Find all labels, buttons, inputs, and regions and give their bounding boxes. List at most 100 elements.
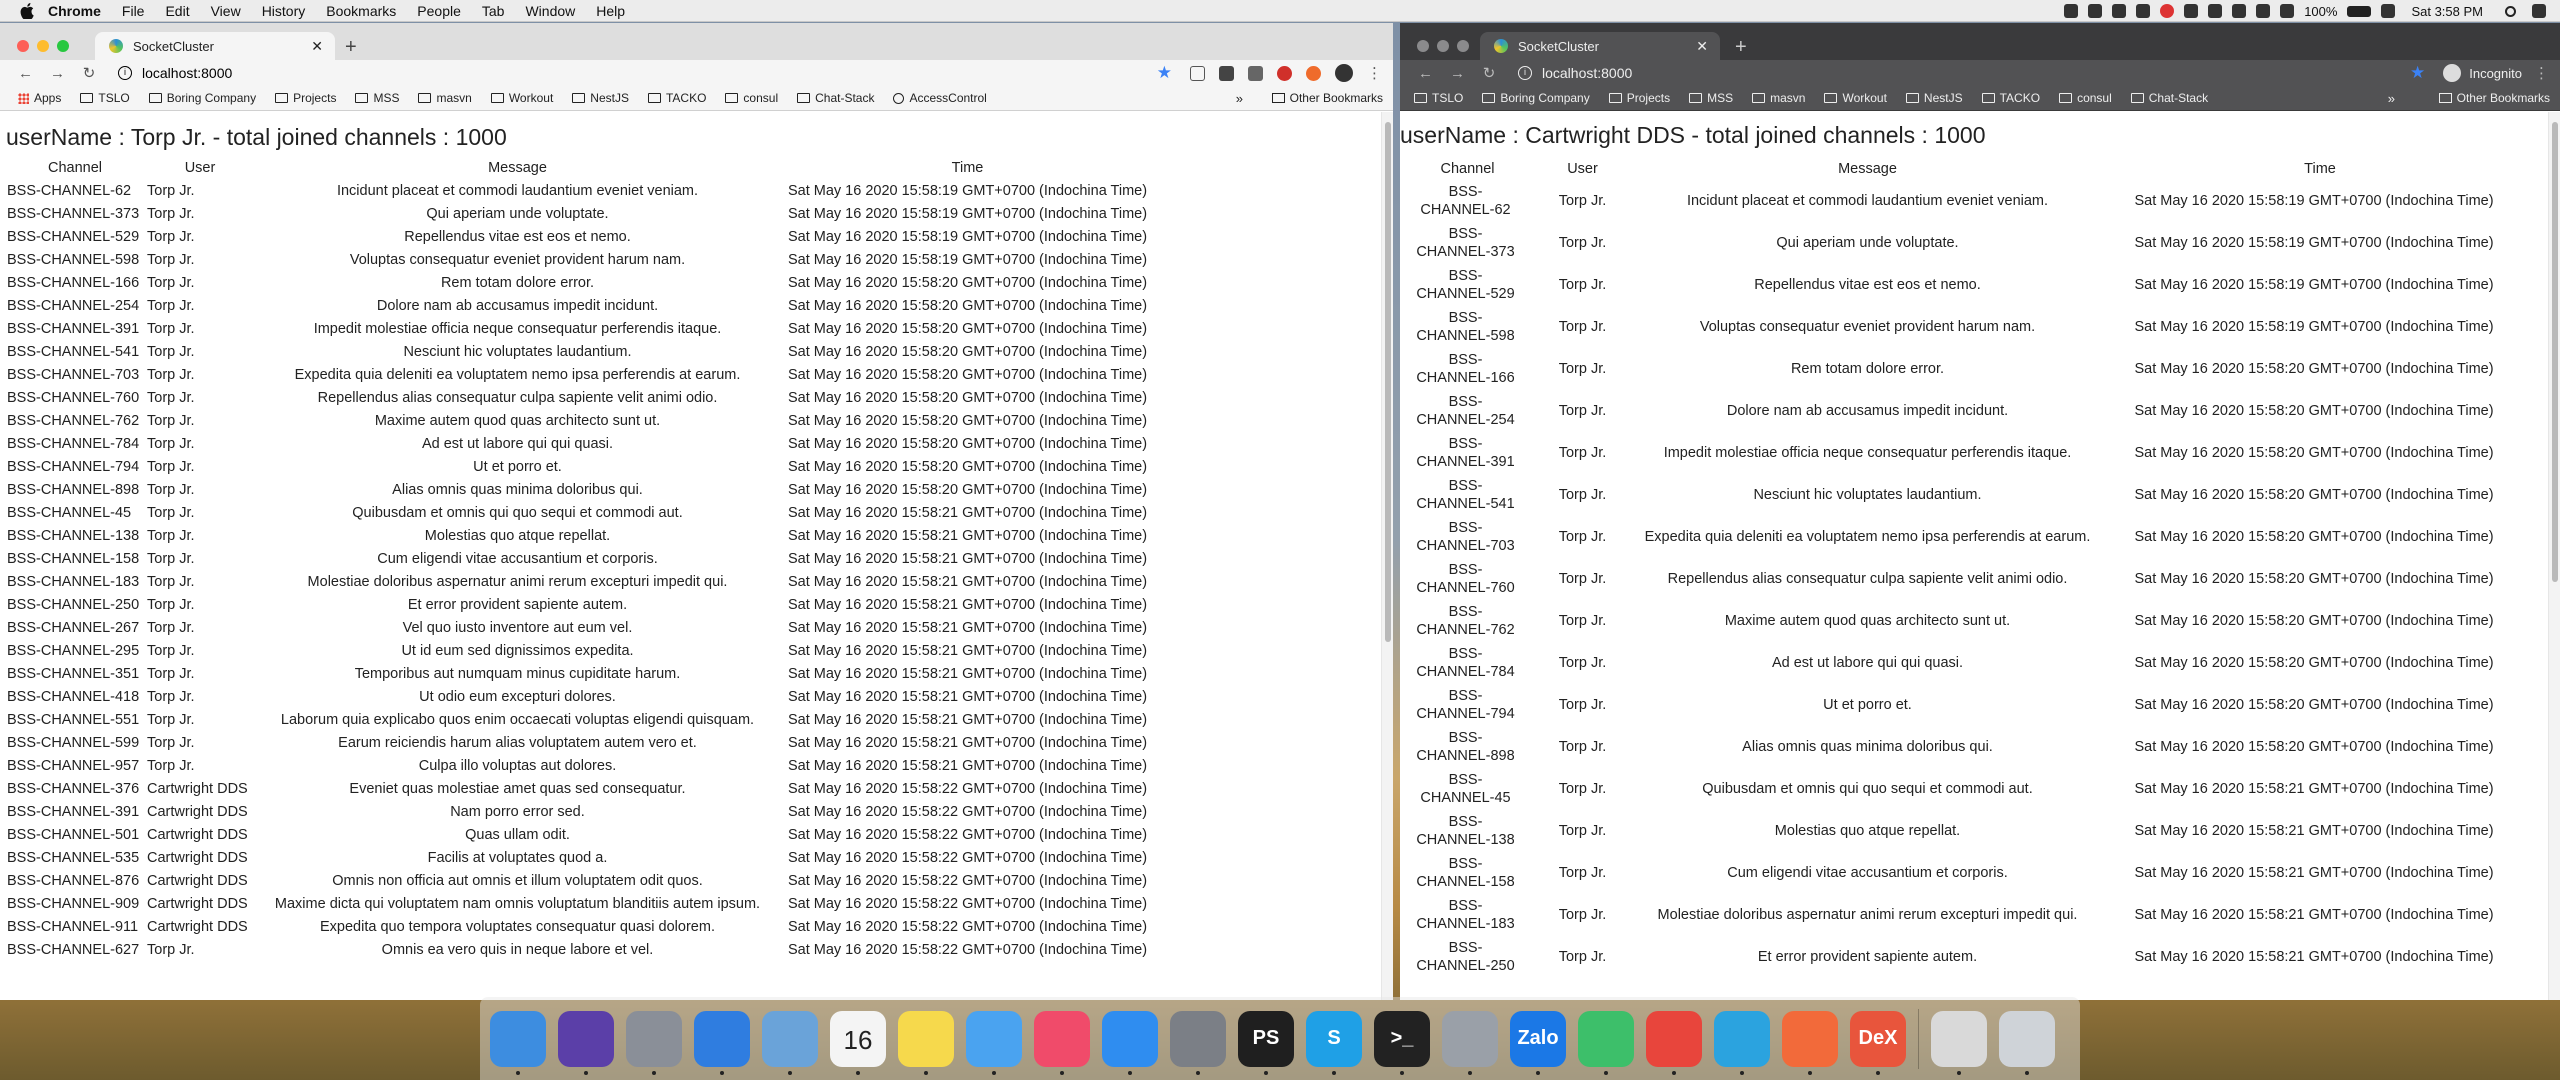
menu-people[interactable]: People xyxy=(417,3,461,19)
other-bookmarks[interactable]: Other Bookmarks xyxy=(2438,91,2550,105)
bookmark-tslo[interactable]: TSLO xyxy=(1414,91,1463,105)
url-text[interactable]: localhost:8000 xyxy=(1542,65,1632,81)
menu-history[interactable]: History xyxy=(262,3,306,19)
minimize-window-button[interactable] xyxy=(37,40,49,52)
music-icon[interactable] xyxy=(1034,1010,1090,1075)
terminal-icon[interactable]: >_ xyxy=(1374,1010,1430,1075)
menubar-clock[interactable]: Sat 3:58 PM xyxy=(2411,4,2483,19)
info-icon[interactable]: i xyxy=(118,66,132,80)
minimize-window-button[interactable] xyxy=(1437,40,1449,52)
scrollbar-thumb[interactable] xyxy=(2552,122,2558,582)
menu-view[interactable]: View xyxy=(211,3,241,19)
bookmarks-overflow-button[interactable]: » xyxy=(1236,91,1243,106)
close-tab-icon[interactable]: ✕ xyxy=(1696,38,1708,55)
phpstorm-icon[interactable]: PS xyxy=(1238,1010,1294,1075)
menu-window[interactable]: Window xyxy=(525,3,575,19)
chrome-icon[interactable] xyxy=(1646,1010,1702,1075)
extension-icon[interactable] xyxy=(1219,65,1234,81)
bookmark-mss[interactable]: MSS xyxy=(1689,91,1733,105)
menu-help[interactable]: Help xyxy=(596,3,625,19)
siri-icon[interactable] xyxy=(558,1010,614,1075)
profile-avatar-icon[interactable] xyxy=(1335,64,1353,82)
close-window-button[interactable] xyxy=(1417,40,1429,52)
reload-button[interactable]: ↻ xyxy=(82,64,96,82)
close-tab-icon[interactable]: ✕ xyxy=(311,38,323,55)
bookmark-tacko[interactable]: TACKO xyxy=(647,91,706,105)
menu-chrome[interactable]: Chrome xyxy=(48,3,101,19)
forward-button[interactable]: → xyxy=(50,65,65,82)
display-icon[interactable] xyxy=(2136,4,2151,18)
zalo-icon[interactable]: Zalo xyxy=(1510,1010,1566,1075)
bookmark-nestjs[interactable]: NestJS xyxy=(1905,91,1963,105)
url-text[interactable]: localhost:8000 xyxy=(142,65,232,81)
tab-socketcluster[interactable]: SocketCluster ✕ xyxy=(95,32,335,60)
bookmark-mss[interactable]: MSS xyxy=(355,91,399,105)
zoom-window-button[interactable] xyxy=(1457,40,1469,52)
adblock-icon[interactable] xyxy=(1277,65,1292,81)
bookmark-chat-stack[interactable]: Chat-Stack xyxy=(797,91,874,105)
bookmark-nestjs[interactable]: NestJS xyxy=(572,91,629,105)
spotlight-icon[interactable] xyxy=(2505,5,2516,17)
other-bookmarks[interactable]: Other Bookmarks xyxy=(1271,91,1383,105)
bookmark-workout[interactable]: Workout xyxy=(490,91,553,105)
page-scrollbar[interactable] xyxy=(2548,112,2560,1000)
notes-icon[interactable] xyxy=(898,1010,954,1075)
address-bar[interactable]: i localhost:8000 xyxy=(118,62,232,84)
battery-percent[interactable]: 100% xyxy=(2304,4,2337,19)
bluetooth-icon[interactable] xyxy=(2232,4,2247,18)
wifi-icon[interactable] xyxy=(2256,4,2271,18)
bookmark-projects[interactable]: Projects xyxy=(1608,91,1670,105)
bookmark-boring-company[interactable]: Boring Company xyxy=(1482,91,1590,105)
bookmark-consul[interactable]: consul xyxy=(2059,91,2112,105)
bookmark-masvn[interactable]: masvn xyxy=(1752,91,1805,105)
bookmark-boring-company[interactable]: Boring Company xyxy=(148,91,256,105)
bookmark-star-icon[interactable]: ★ xyxy=(1157,63,1172,83)
bookmark-masvn[interactable]: masvn xyxy=(418,91,472,105)
finder-icon[interactable] xyxy=(490,1010,546,1075)
info-icon[interactable]: i xyxy=(1518,66,1532,80)
bookmark-star-icon[interactable]: ★ xyxy=(2410,63,2425,83)
trash-icon[interactable] xyxy=(1999,1010,2055,1075)
vpn-icon[interactable] xyxy=(2184,4,2199,18)
safari-icon[interactable] xyxy=(694,1010,750,1075)
more-menu-icon[interactable]: ⋮ xyxy=(2534,64,2549,82)
incognito-indicator[interactable]: Incognito xyxy=(2443,64,2522,82)
menu-file[interactable]: File xyxy=(122,3,145,19)
dropbox-icon[interactable] xyxy=(2088,4,2103,18)
volume-icon[interactable] xyxy=(2280,4,2295,18)
new-tab-button[interactable]: + xyxy=(1735,36,1747,59)
notification-center-icon[interactable] xyxy=(2532,4,2546,18)
new-tab-button[interactable]: + xyxy=(345,36,357,59)
bookmark-tacko[interactable]: TACKO xyxy=(1981,91,2040,105)
creative-icon[interactable] xyxy=(1578,1010,1634,1075)
bookmark-tslo[interactable]: TSLO xyxy=(80,91,130,105)
archive-icon[interactable] xyxy=(1931,1010,1987,1075)
app-store-icon[interactable] xyxy=(1102,1010,1158,1075)
menu-tab[interactable]: Tab xyxy=(482,3,505,19)
calendar-icon[interactable]: 16 xyxy=(830,1010,886,1075)
record-icon[interactable] xyxy=(2160,4,2175,18)
bookmark-apps[interactable]: Apps xyxy=(18,91,61,105)
reload-button[interactable]: ↻ xyxy=(1482,64,1496,82)
launchpad-icon[interactable] xyxy=(626,1010,682,1075)
close-window-button[interactable] xyxy=(17,40,29,52)
back-button[interactable]: ← xyxy=(1418,65,1433,82)
bookmark-workout[interactable]: Workout xyxy=(1824,91,1887,105)
battery-icon[interactable] xyxy=(2347,5,2372,17)
cloud-icon[interactable] xyxy=(2112,4,2127,18)
input-source-icon[interactable] xyxy=(2381,4,2396,18)
extension-orange-icon[interactable] xyxy=(1306,65,1321,81)
messages-icon[interactable] xyxy=(966,1010,1022,1075)
scrollbar-thumb[interactable] xyxy=(1385,122,1391,642)
system-preferences-icon[interactable] xyxy=(1170,1010,1226,1075)
menu-edit[interactable]: Edit xyxy=(165,3,189,19)
bookmarks-overflow-button[interactable]: » xyxy=(2388,91,2395,106)
page-scrollbar[interactable] xyxy=(1381,112,1393,1000)
mail-icon[interactable] xyxy=(762,1010,818,1075)
address-bar[interactable]: i localhost:8000 xyxy=(1518,62,1632,84)
bookmark-projects[interactable]: Projects xyxy=(275,91,336,105)
time-machine-icon[interactable] xyxy=(2208,4,2223,18)
bookmark-chat-stack[interactable]: Chat-Stack xyxy=(2130,91,2208,105)
more-menu-icon[interactable]: ⋮ xyxy=(1367,64,1382,82)
menu-bookmarks[interactable]: Bookmarks xyxy=(326,3,396,19)
